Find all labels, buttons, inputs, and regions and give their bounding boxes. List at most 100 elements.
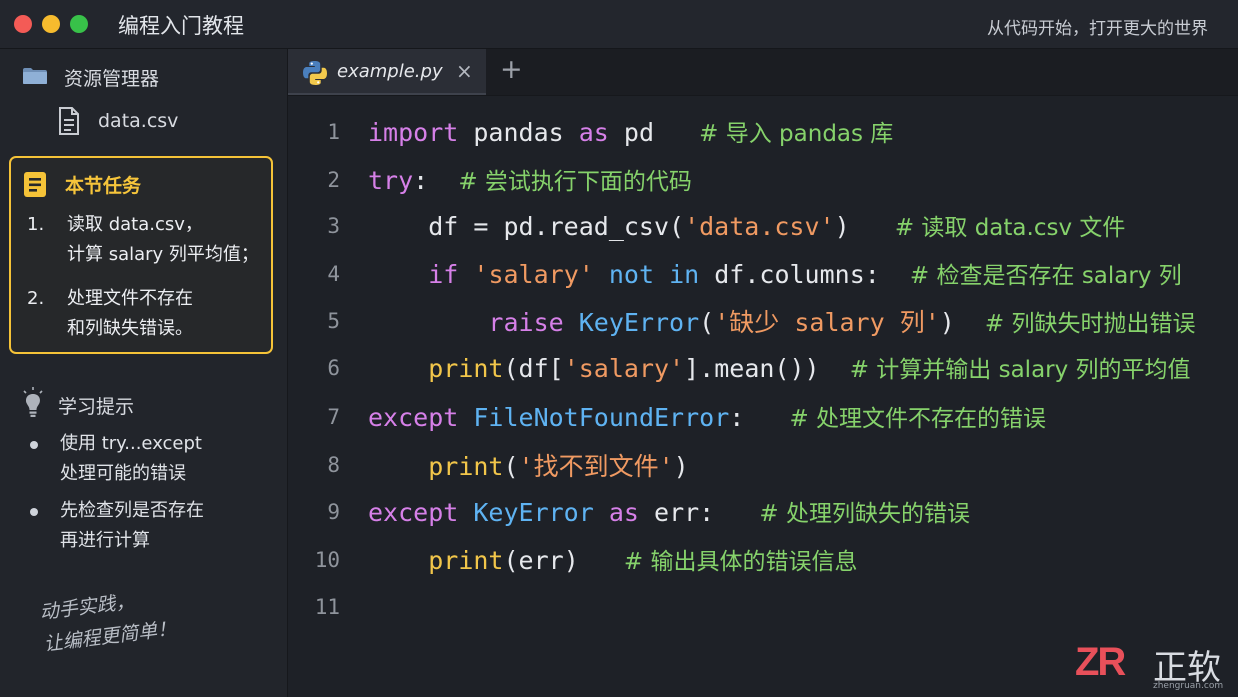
folder-icon — [23, 68, 47, 84]
code-line[interactable]: print(err) # 输出具体的错误信息 — [368, 542, 857, 576]
code-comment: # 导入 pandas 库 — [699, 121, 894, 147]
note-line: 让编程更简单！ — [42, 617, 178, 656]
logo-url: zhengruan.com — [1153, 681, 1224, 691]
code-token: print — [428, 354, 504, 383]
code-token: if — [428, 260, 459, 289]
code-line[interactable]: print(df['salary'].mean()) # 计算并输出 salar… — [368, 350, 1191, 384]
code-comment: # 尝试执行下面的代码 — [458, 169, 692, 195]
tips-title: 学习提示 — [58, 396, 135, 418]
task-line: 处理文件不存在 — [67, 288, 193, 309]
code-line[interactable]: try: # 尝试执行下面的代码 — [368, 162, 692, 196]
minimize-window-button[interactable] — [42, 15, 60, 33]
code-comment: # 处理列缺失的错误 — [759, 501, 970, 527]
code-token: as — [608, 498, 639, 527]
code-line[interactable]: raise KeyError('缺少 salary 列') # 列缺失时抛出错误 — [368, 303, 1195, 339]
code-line[interactable]: if 'salary' not in df.columns: # 检查是否存在 … — [368, 256, 1182, 290]
new-tab-button[interactable]: + — [500, 54, 523, 85]
code-token: FileNotFoundError — [473, 403, 730, 432]
line-number: 2 — [327, 168, 340, 192]
bullet-dot — [30, 508, 38, 516]
file-name: data.csv — [98, 110, 179, 132]
line-number: 11 — [314, 595, 340, 619]
close-tab-icon[interactable]: × — [456, 59, 473, 83]
slogan: 从代码开始，打开更大的世界 — [987, 19, 1208, 39]
code-token: in — [669, 260, 700, 289]
code-token: '缺少 salary 列' — [714, 308, 940, 337]
code-token: import — [368, 118, 459, 147]
code-line[interactable]: except FileNotFoundError: # 处理文件不存在的错误 — [368, 399, 1046, 433]
code-comment: # 读取 data.csv 文件 — [894, 215, 1126, 241]
code-token: ) — [673, 452, 689, 481]
line-number: 10 — [314, 548, 340, 572]
window-title: 编程入门教程 — [118, 14, 244, 38]
code-line[interactable]: print('找不到文件') — [368, 447, 689, 483]
line-number-gutter: 1 2 3 4 5 6 7 8 9 10 11 — [288, 96, 352, 697]
explorer-title: 资源管理器 — [64, 68, 160, 90]
code-token: ) — [834, 212, 895, 241]
task-number: 2. — [27, 288, 45, 309]
code-token: ].mean()) — [684, 354, 850, 383]
code-token: raise — [488, 308, 564, 337]
code-token: ) — [939, 308, 985, 337]
code-token: KeyError — [473, 498, 594, 527]
bullet-dot — [30, 441, 38, 449]
task-line: 和列缺失错误。 — [67, 318, 193, 339]
code-token: df = pd.read_csv( — [368, 212, 685, 241]
code-token: pandas — [458, 118, 579, 147]
task-line: 计算 salary 列平均值； — [67, 244, 259, 265]
code-token: not — [608, 260, 655, 289]
code-token: 'salary' — [473, 260, 594, 289]
code-token: (err) — [503, 546, 624, 575]
line-number: 3 — [327, 214, 340, 238]
code-token: try — [368, 166, 414, 195]
file-icon — [59, 107, 79, 135]
code-token: ( — [503, 452, 519, 481]
code-token: 'data.csv' — [684, 212, 835, 241]
lightbulb-icon — [23, 387, 43, 417]
code-comment: # 计算并输出 salary 列的平均值 — [849, 357, 1191, 383]
code-token: as — [578, 118, 609, 147]
note-line: 动手实践， — [38, 590, 136, 624]
code-line[interactable]: import pandas as pd # 导入 pandas 库 — [368, 114, 893, 148]
code-token: '找不到文件' — [518, 452, 674, 481]
handwritten-note: 动手实践， 让编程更简单！ — [38, 581, 178, 661]
tab-bar: example.py × + — [288, 49, 1238, 96]
code-comment: # 检查是否存在 salary 列 — [909, 263, 1182, 289]
code-editor[interactable]: 1 2 3 4 5 6 7 8 9 10 11 import pandas as pd # 导入 p… — [288, 96, 1238, 697]
line-number: 1 — [327, 120, 340, 144]
line-number: 8 — [327, 453, 340, 477]
code-token: df.columns: — [699, 260, 910, 289]
line-number: 4 — [327, 262, 340, 286]
maximize-window-button[interactable] — [70, 15, 88, 33]
task-list-icon — [24, 172, 46, 197]
code-token: : — [413, 166, 459, 195]
sidebar: 资源管理器 data.csv 本节任务 1. 读取 data.csv， 计算 s… — [0, 49, 288, 697]
code-line[interactable]: df = pd.read_csv('data.csv') # 读取 data.c… — [368, 208, 1125, 242]
line-number: 7 — [327, 405, 340, 429]
code-token: : — [729, 403, 790, 432]
code-token: err: — [638, 498, 760, 527]
tab-example-py[interactable]: example.py × — [288, 49, 486, 95]
code-token: pd — [608, 118, 700, 147]
tip-line: 再进行计算 — [60, 530, 150, 551]
tip-line: 处理可能的错误 — [60, 463, 186, 484]
task-title: 本节任务 — [65, 175, 142, 197]
code-token: ( — [699, 308, 715, 337]
task-number: 1. — [27, 214, 45, 235]
line-number: 6 — [327, 356, 340, 380]
code-token: 'salary' — [563, 354, 685, 383]
title-bar: 编程入门教程 从代码开始，打开更大的世界 — [0, 0, 1238, 49]
code-line[interactable]: except KeyError as err: # 处理列缺失的错误 — [368, 494, 970, 528]
code-token: print — [428, 452, 504, 481]
close-window-button[interactable] — [14, 15, 32, 33]
